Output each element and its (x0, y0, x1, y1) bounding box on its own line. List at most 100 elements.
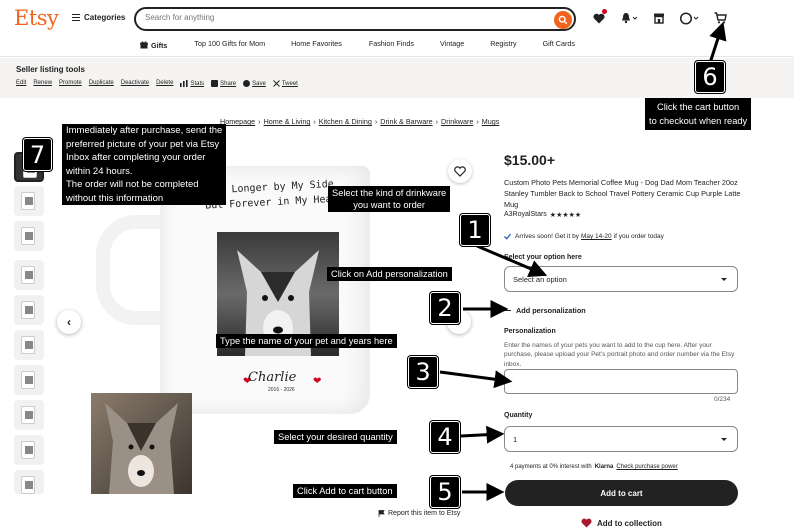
heart-icon (581, 518, 592, 528)
duplicate-link[interactable]: Duplicate (89, 80, 114, 87)
heart-decoration-icon: ❤ (313, 376, 322, 387)
breadcrumb: Homepage › Home & Living › Kitchen & Dinin… (220, 117, 500, 126)
pet-name: Charlie (248, 370, 297, 385)
klarna-logo: Klarna (594, 464, 614, 470)
nav-item-top100[interactable]: Top 100 Gifts for Mom (194, 39, 265, 51)
categories-button[interactable]: Categories (72, 13, 125, 22)
step-number-5: 5 (430, 476, 460, 508)
cart-icon[interactable] (713, 11, 727, 25)
renew-link[interactable]: Renew (33, 80, 52, 87)
chevron-down-icon (721, 278, 727, 281)
annotation-step-6: Click the cart button to checkout when r… (645, 98, 752, 130)
seller-tools-links: Edit Renew Promote Duplicate Deactivate … (16, 80, 298, 87)
klarna-info: 4 payments at 0% interest with Klarna Ch… (510, 464, 678, 470)
notification-dot (602, 9, 607, 14)
thumbnail-9[interactable] (14, 435, 44, 465)
breadcrumb-item[interactable]: Mugs (482, 117, 500, 126)
thumbnail-2[interactable] (14, 186, 44, 216)
flag-icon (378, 510, 385, 517)
heart-outline-icon (454, 165, 466, 177)
breadcrumb-item[interactable]: Home & Living (264, 117, 311, 126)
annotation-step-3: Type the name of your pet and years here (216, 334, 397, 348)
deactivate-link[interactable]: Deactivate (121, 80, 149, 87)
thumbnail-5[interactable] (14, 295, 44, 325)
favorite-button[interactable] (448, 159, 472, 183)
categories-label: Categories (84, 13, 126, 22)
add-to-collection-button[interactable]: Add to collection (581, 518, 662, 528)
heart-icon[interactable] (592, 9, 607, 25)
delivery-date[interactable]: May 14-20 (581, 233, 612, 240)
delete-link[interactable]: Delete (156, 80, 173, 87)
seller-tools-title: Seller listing tools (16, 65, 85, 74)
bell-icon[interactable] (620, 11, 640, 25)
delivery-estimate: Arrives soon! Get it by May 14-20 if you… (504, 233, 664, 240)
category-nav: Gifts Top 100 Gifts for Mom Home Favorit… (134, 39, 575, 51)
step-number-2: 2 (430, 292, 460, 324)
breadcrumb-item[interactable]: Drink & Barware (380, 117, 432, 126)
pinterest-icon (243, 80, 251, 87)
promote-link[interactable]: Promote (59, 80, 82, 87)
tweet-link[interactable]: Tweet (272, 80, 298, 87)
step-number-4: 4 (430, 421, 460, 453)
thumbnail-6[interactable] (14, 330, 44, 360)
pet-years: 2016 - 2026 (268, 387, 295, 393)
nav-item-gift-cards[interactable]: Gift Cards (543, 39, 575, 51)
add-to-cart-button[interactable]: Add to cart (505, 480, 738, 506)
stats-icon (180, 80, 189, 87)
annotation-step-1: Select the kind of drinkware you want to… (328, 186, 451, 212)
seller-tools-bar: Seller listing tools Edit Renew Promote … (0, 58, 794, 98)
stats-link[interactable]: Stats (180, 80, 204, 87)
report-link[interactable]: Report this item to Etsy (378, 510, 460, 517)
minus-icon (504, 310, 511, 311)
search-button[interactable] (554, 11, 572, 29)
step-number-1: 1 (460, 214, 490, 246)
product-title: Custom Photo Pets Memorial Coffee Mug - … (504, 178, 741, 209)
rating-stars: ★★★★★ (549, 212, 582, 219)
shop-info: A3RoyalStars ★★★★★ (504, 211, 581, 219)
step-number-6: 6 (695, 61, 725, 93)
breadcrumb-item[interactable]: Drinkware (441, 117, 473, 126)
option-select[interactable]: Select an option (504, 266, 738, 292)
nav-item-gifts[interactable]: Gifts (140, 39, 167, 51)
quantity-select[interactable]: 1 (504, 426, 738, 452)
previous-image-button[interactable]: ‹ (57, 310, 81, 334)
account-icon[interactable] (678, 11, 702, 25)
gift-icon (140, 41, 148, 49)
share-link[interactable]: Share (211, 80, 236, 87)
thumbnail-4[interactable] (14, 260, 44, 290)
nav-item-vintage[interactable]: Vintage (440, 39, 464, 51)
annotation-step-4: Select your desired quantity (274, 430, 397, 444)
add-personalization-toggle[interactable]: Add personalization (504, 306, 586, 315)
thumbnail-10[interactable] (14, 470, 44, 494)
annotation-step-2: Click on Add personalization (327, 267, 452, 281)
header: Etsy Categories Gifts Top 100 Gifts for … (0, 0, 794, 57)
personalization-textarea[interactable] (504, 369, 738, 394)
step-number-3: 3 (408, 356, 438, 388)
thumbnail-3[interactable] (14, 221, 44, 251)
search-icon (558, 15, 568, 25)
annotation-step-5: Click Add to cart button (293, 484, 397, 498)
nav-item-fashion[interactable]: Fashion Finds (369, 39, 414, 51)
shop-icon[interactable] (652, 11, 666, 25)
menu-icon (72, 14, 80, 21)
mug-handle (96, 215, 168, 325)
nav-item-registry[interactable]: Registry (490, 39, 516, 51)
chevron-down-icon (721, 438, 727, 441)
shop-name[interactable]: A3RoyalStars (504, 211, 547, 219)
breadcrumb-item[interactable]: Kitchen & Dining (319, 117, 372, 126)
option-select-value: Select an option (513, 275, 567, 284)
personalization-instructions: Enter the names of your pets you want to… (504, 342, 735, 368)
nav-item-home-favorites[interactable]: Home Favorites (291, 39, 342, 51)
thumbnail-7[interactable] (14, 365, 44, 395)
thumbnail-8[interactable] (14, 400, 44, 430)
etsy-logo[interactable]: Etsy (14, 6, 59, 30)
search-input[interactable] (145, 13, 545, 22)
character-counter: 0/234 (714, 396, 731, 403)
quantity-value: 1 (513, 435, 518, 444)
check-icon (504, 233, 511, 240)
save-link[interactable]: Save (243, 80, 266, 87)
check-purchase-power-link[interactable]: Check purchase power (616, 464, 677, 470)
edit-link[interactable]: Edit (16, 80, 26, 87)
quantity-label: Quantity (504, 412, 533, 419)
facebook-icon (211, 80, 219, 87)
